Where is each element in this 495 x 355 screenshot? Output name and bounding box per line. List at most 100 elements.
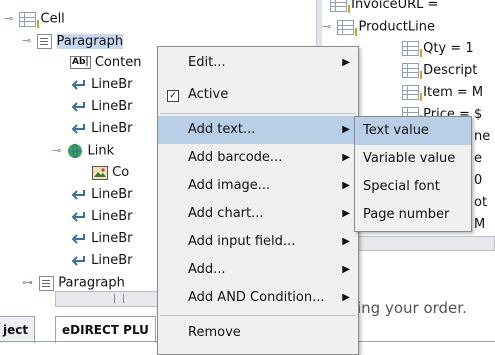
submenu-arrow-icon: ▶ <box>342 264 350 275</box>
checkbox-checked-icon[interactable]: ✓ <box>167 90 179 102</box>
tree-node-label: Conten <box>94 55 142 70</box>
tree-node-linebreak[interactable]: LineBr <box>70 250 133 272</box>
submenu-item-special-font[interactable]: Special font <box>355 173 471 201</box>
tree-node-label: ProductLine <box>358 19 435 35</box>
tree-node-label: LineBr <box>91 77 133 92</box>
linebreak-icon <box>71 123 85 134</box>
menu-item-label: Add AND Condition... <box>188 290 325 305</box>
tree-node-label: 0 <box>474 173 483 188</box>
linebreak-icon <box>71 101 85 112</box>
tree-node-fragment[interactable]: 0 <box>474 170 482 192</box>
tab-project[interactable]: ject <box>0 316 36 343</box>
expand-toggle-icon[interactable]: ⊸ <box>22 30 31 52</box>
tree-node-cell[interactable]: ⊸ Cell <box>4 8 65 30</box>
tree-node-invoiceurl[interactable]: InvoiceURL = <box>330 0 438 16</box>
tree-node-linebreak[interactable]: LineBr <box>70 228 133 250</box>
submenu-item-text-value[interactable]: Text value <box>355 117 471 145</box>
tree-node-label: e <box>474 151 482 166</box>
submenu-arrow-icon: ▶ <box>342 208 350 219</box>
tree-node-label: Descript <box>423 63 478 78</box>
tree-node-label: Link <box>87 143 115 159</box>
tree-node-linebreak[interactable]: LineBr <box>70 74 133 96</box>
tree-node-label: M <box>474 217 486 232</box>
menu-item-add-and-condition[interactable]: Add AND Condition... ▶ <box>158 284 358 312</box>
menu-item-label: Active <box>188 87 229 102</box>
submenu-arrow-icon: ▶ <box>342 124 350 135</box>
tree-node-fragment[interactable]: ne <box>474 126 490 148</box>
table-icon <box>330 0 350 13</box>
tree-node-label: LineBr <box>91 99 133 114</box>
tree-node-linebreak[interactable]: LineBr <box>70 206 133 228</box>
tree-node-label: InvoiceURL = <box>351 0 439 12</box>
menu-item-add-chart[interactable]: Add chart... ▶ <box>158 200 358 228</box>
tree-node-description[interactable]: Descript <box>402 60 477 82</box>
linebreak-icon <box>71 79 85 90</box>
submenu-arrow-icon: ▶ <box>342 236 350 247</box>
context-menu[interactable]: Edit... ▶ ✓ Active Add text... ▶ Add bar… <box>157 46 359 355</box>
add-text-submenu[interactable]: Text value Variable value Special font P… <box>354 116 472 232</box>
tree-node-linebreak[interactable]: LineBr <box>70 118 133 140</box>
tab-label: eDIRECT PLU <box>62 323 149 337</box>
menu-item-add-barcode[interactable]: Add barcode... ▶ <box>158 144 358 172</box>
menu-item-label: Remove <box>188 325 241 340</box>
menu-separator <box>160 315 356 316</box>
submenu-item-variable-value[interactable]: Variable value <box>355 145 471 173</box>
tree-node-label: ne <box>474 129 491 144</box>
preview-text: ing your order. <box>357 299 467 317</box>
menu-item-label: Add input field... <box>188 234 296 249</box>
tab-edirect-plus[interactable]: eDIRECT PLU <box>55 316 156 343</box>
tree-node-label: LineBr <box>91 253 133 268</box>
tree-node-label: Paragraph <box>58 275 125 291</box>
text-ab-icon: Ab| <box>70 56 91 69</box>
expand-toggle-icon[interactable]: ⊸ <box>4 8 13 30</box>
tree-node-label: LineBr <box>91 231 133 246</box>
tree-node-fragment[interactable]: M <box>474 214 485 236</box>
tree-node-linebreak[interactable]: LineBr <box>70 184 133 206</box>
menu-item-add-image[interactable]: Add image... ▶ <box>158 172 358 200</box>
menu-item-active[interactable]: ✓ Active <box>158 81 358 109</box>
tree-node-label: LineBr <box>91 121 133 136</box>
paragraph-icon <box>39 275 55 291</box>
menu-item-label: Add image... <box>188 178 271 193</box>
tree-node-label: Item = M <box>423 85 484 100</box>
table-icon <box>402 41 422 57</box>
tree-node-fragment[interactable]: e <box>474 148 482 170</box>
tree-node-label: LineBr <box>91 209 133 224</box>
table-icon <box>402 63 422 79</box>
submenu-item-label: Text value <box>363 123 429 138</box>
menu-item-edit[interactable]: Edit... ▶ <box>158 49 358 77</box>
tree-node-linebreak[interactable]: LineBr <box>70 96 133 118</box>
tree-node-link[interactable]: ⊸ Link <box>52 140 114 162</box>
tree-node-qty[interactable]: Qty = 1 <box>402 38 474 60</box>
submenu-item-page-number[interactable]: Page number <box>355 201 471 229</box>
table-icon <box>337 19 358 36</box>
tree-node-image[interactable]: Co <box>92 162 129 184</box>
menu-separator <box>160 113 356 114</box>
tree-node-label: LineBr <box>91 187 133 202</box>
menu-item-remove[interactable]: Remove <box>158 319 358 347</box>
tree-node-item[interactable]: Item = M <box>402 82 483 104</box>
menu-item-add-input-field[interactable]: Add input field... ▶ <box>158 228 358 256</box>
tree-node-label: Qty = 1 <box>423 41 474 56</box>
submenu-item-label: Page number <box>363 207 450 222</box>
expand-toggle-icon[interactable]: ⊸ <box>322 16 331 38</box>
table-icon <box>402 85 422 101</box>
tree-node-productline[interactable]: ⊸ ProductLine <box>322 16 435 38</box>
menu-item-add-text[interactable]: Add text... ▶ <box>158 116 358 144</box>
linebreak-icon <box>71 233 85 244</box>
submenu-arrow-icon: ▶ <box>342 152 350 163</box>
tab-label: ject <box>3 323 29 337</box>
submenu-item-label: Variable value <box>363 151 456 166</box>
linebreak-icon <box>71 255 85 266</box>
tree-node-fragment[interactable]: ot <box>474 192 487 214</box>
tree-node-label: Co <box>112 165 130 180</box>
tree-node-label: Paragraph <box>56 33 124 49</box>
menu-item-add[interactable]: Add... ▶ <box>158 256 358 284</box>
expand-toggle-icon[interactable]: ⊸ <box>52 140 61 162</box>
tree-node-content[interactable]: Ab| Conten <box>70 52 141 74</box>
tree-node-label: Cell <box>40 11 65 27</box>
tree-node-paragraph[interactable]: ⊸ Paragraph <box>22 30 124 52</box>
linebreak-icon <box>71 211 85 222</box>
collapse-toggle-icon[interactable]: ⊶ <box>22 272 33 294</box>
submenu-item-label: Special font <box>363 179 440 194</box>
